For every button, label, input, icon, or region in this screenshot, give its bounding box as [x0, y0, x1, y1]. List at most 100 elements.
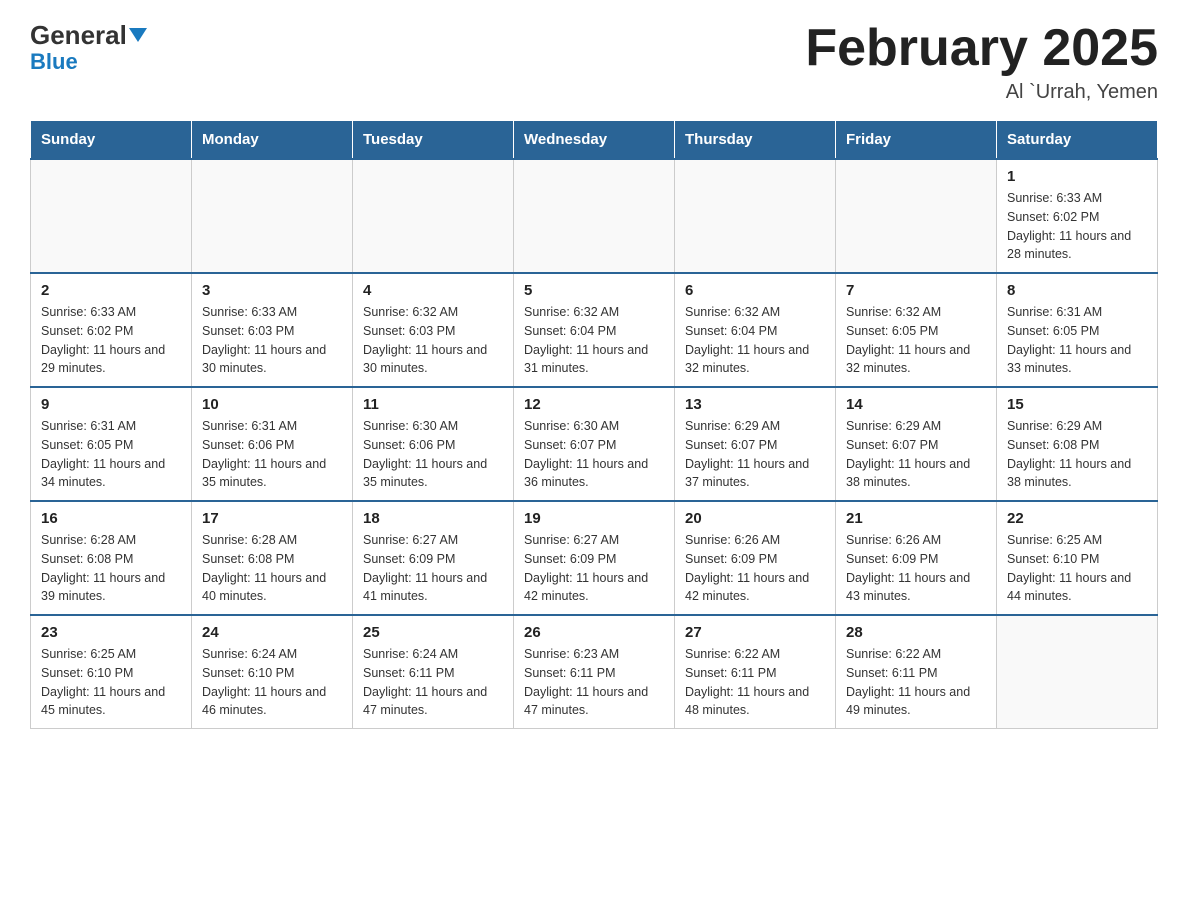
day-number: 7 [846, 282, 986, 299]
day-cell: 19Sunrise: 6:27 AMSunset: 6:09 PMDayligh… [514, 501, 675, 615]
header-cell-thursday: Thursday [675, 121, 836, 160]
week-row-1: 1 Sunrise: 6:33 AMSunset: 6:02 PMDaylight… [31, 159, 1158, 273]
day-cell: 22Sunrise: 6:25 AMSunset: 6:10 PMDayligh… [997, 501, 1158, 615]
day-cell: 23 Sunrise: 6:25 AMSunset: 6:10 PMDayligh… [31, 615, 192, 729]
day-cell: 28Sunrise: 6:22 AMSunset: 6:11 PMDayligh… [836, 615, 997, 729]
week-row-4: 16 Sunrise: 6:28 AMSunset: 6:08 PMDayligh… [31, 501, 1158, 615]
day-cell: 6 Sunrise: 6:32 AMSunset: 6:04 PMDaylight… [675, 273, 836, 387]
day-number: 17 [202, 510, 342, 527]
header-cell-tuesday: Tuesday [353, 121, 514, 160]
day-number: 13 [685, 396, 825, 413]
day-cell: 13 Sunrise: 6:29 AMSunset: 6:07 PMDayligh… [675, 387, 836, 501]
day-cell: 17 Sunrise: 6:28 AMSunset: 6:08 PMDayligh… [192, 501, 353, 615]
location-title: Al `Urrah, Yemen [805, 81, 1158, 104]
day-number: 10 [202, 396, 342, 413]
day-number: 1 [1007, 168, 1147, 185]
day-info: Sunrise: 6:31 AMSunset: 6:05 PMDaylight:… [41, 417, 181, 492]
day-cell [836, 159, 997, 273]
day-info: Sunrise: 6:31 AMSunset: 6:06 PMDaylight:… [202, 417, 342, 492]
day-cell: 1 Sunrise: 6:33 AMSunset: 6:02 PMDaylight… [997, 159, 1158, 273]
header-cell-saturday: Saturday [997, 121, 1158, 160]
header-cell-friday: Friday [836, 121, 997, 160]
day-number: 23 [41, 624, 181, 641]
day-cell: 20 Sunrise: 6:26 AMSunset: 6:09 PMDayligh… [675, 501, 836, 615]
day-number: 28 [846, 624, 986, 641]
header: General Blue February 2025 Al `Urrah, Ye… [30, 20, 1158, 104]
calendar-body: 1 Sunrise: 6:33 AMSunset: 6:02 PMDaylight… [31, 159, 1158, 729]
day-info: Sunrise: 6:24 AMSunset: 6:10 PMDaylight:… [202, 645, 342, 720]
day-number: 4 [363, 282, 503, 299]
week-row-3: 9 Sunrise: 6:31 AMSunset: 6:05 PMDaylight… [31, 387, 1158, 501]
day-cell: 12 Sunrise: 6:30 AMSunset: 6:07 PMDayligh… [514, 387, 675, 501]
day-cell: 27Sunrise: 6:22 AMSunset: 6:11 PMDayligh… [675, 615, 836, 729]
day-cell: 8 Sunrise: 6:31 AMSunset: 6:05 PMDaylight… [997, 273, 1158, 387]
day-info: Sunrise: 6:32 AMSunset: 6:03 PMDaylight:… [363, 303, 503, 378]
day-cell: 21 Sunrise: 6:26 AMSunset: 6:09 PMDayligh… [836, 501, 997, 615]
day-info: Sunrise: 6:28 AMSunset: 6:08 PMDaylight:… [202, 531, 342, 606]
day-info: Sunrise: 6:26 AMSunset: 6:09 PMDaylight:… [846, 531, 986, 606]
logo-line1: General [30, 20, 149, 51]
day-number: 14 [846, 396, 986, 413]
day-cell: 11Sunrise: 6:30 AMSunset: 6:06 PMDayligh… [353, 387, 514, 501]
day-number: 15 [1007, 396, 1147, 413]
day-info: Sunrise: 6:29 AMSunset: 6:07 PMDaylight:… [685, 417, 825, 492]
logo-blue-text: Blue [30, 49, 78, 75]
day-cell: 7 Sunrise: 6:32 AMSunset: 6:05 PMDaylight… [836, 273, 997, 387]
day-number: 20 [685, 510, 825, 527]
day-cell: 3Sunrise: 6:33 AMSunset: 6:03 PMDaylight… [192, 273, 353, 387]
week-row-2: 2 Sunrise: 6:33 AMSunset: 6:02 PMDaylight… [31, 273, 1158, 387]
day-cell: 2 Sunrise: 6:33 AMSunset: 6:02 PMDaylight… [31, 273, 192, 387]
day-info: Sunrise: 6:31 AMSunset: 6:05 PMDaylight:… [1007, 303, 1147, 378]
day-number: 26 [524, 624, 664, 641]
logo-arrow-icon [127, 22, 149, 53]
day-info: Sunrise: 6:24 AMSunset: 6:11 PMDaylight:… [363, 645, 503, 720]
day-number: 12 [524, 396, 664, 413]
day-info: Sunrise: 6:33 AMSunset: 6:02 PMDaylight:… [41, 303, 181, 378]
title-area: February 2025 Al `Urrah, Yemen [805, 20, 1158, 104]
day-number: 5 [524, 282, 664, 299]
header-cell-sunday: Sunday [31, 121, 192, 160]
day-info: Sunrise: 6:25 AMSunset: 6:10 PMDaylight:… [41, 645, 181, 720]
day-info: Sunrise: 6:33 AMSunset: 6:02 PMDaylight:… [1007, 189, 1147, 264]
day-info: Sunrise: 6:26 AMSunset: 6:09 PMDaylight:… [685, 531, 825, 606]
day-cell: 15 Sunrise: 6:29 AMSunset: 6:08 PMDayligh… [997, 387, 1158, 501]
day-info: Sunrise: 6:29 AMSunset: 6:08 PMDaylight:… [1007, 417, 1147, 492]
day-cell [31, 159, 192, 273]
day-info: Sunrise: 6:32 AMSunset: 6:04 PMDaylight:… [685, 303, 825, 378]
day-number: 6 [685, 282, 825, 299]
day-info: Sunrise: 6:33 AMSunset: 6:03 PMDaylight:… [202, 303, 342, 378]
day-cell: 5 Sunrise: 6:32 AMSunset: 6:04 PMDaylight… [514, 273, 675, 387]
day-cell: 4 Sunrise: 6:32 AMSunset: 6:03 PMDaylight… [353, 273, 514, 387]
logo-general-text: General [30, 20, 127, 51]
day-cell: 10 Sunrise: 6:31 AMSunset: 6:06 PMDayligh… [192, 387, 353, 501]
day-info: Sunrise: 6:30 AMSunset: 6:06 PMDaylight:… [363, 417, 503, 492]
day-cell [514, 159, 675, 273]
day-info: Sunrise: 6:32 AMSunset: 6:05 PMDaylight:… [846, 303, 986, 378]
week-row-5: 23 Sunrise: 6:25 AMSunset: 6:10 PMDayligh… [31, 615, 1158, 729]
day-info: Sunrise: 6:22 AMSunset: 6:11 PMDaylight:… [685, 645, 825, 720]
day-cell: 24 Sunrise: 6:24 AMSunset: 6:10 PMDayligh… [192, 615, 353, 729]
day-cell [997, 615, 1158, 729]
header-row: SundayMondayTuesdayWednesdayThursdayFrid… [31, 121, 1158, 160]
header-cell-monday: Monday [192, 121, 353, 160]
day-info: Sunrise: 6:32 AMSunset: 6:04 PMDaylight:… [524, 303, 664, 378]
day-number: 21 [846, 510, 986, 527]
header-cell-wednesday: Wednesday [514, 121, 675, 160]
day-info: Sunrise: 6:27 AMSunset: 6:09 PMDaylight:… [524, 531, 664, 606]
day-info: Sunrise: 6:29 AMSunset: 6:07 PMDaylight:… [846, 417, 986, 492]
day-info: Sunrise: 6:27 AMSunset: 6:09 PMDaylight:… [363, 531, 503, 606]
day-number: 2 [41, 282, 181, 299]
day-info: Sunrise: 6:28 AMSunset: 6:08 PMDaylight:… [41, 531, 181, 606]
day-number: 16 [41, 510, 181, 527]
day-cell: 9 Sunrise: 6:31 AMSunset: 6:05 PMDaylight… [31, 387, 192, 501]
day-number: 25 [363, 624, 503, 641]
month-title: February 2025 [805, 20, 1158, 77]
day-cell: 25 Sunrise: 6:24 AMSunset: 6:11 PMDayligh… [353, 615, 514, 729]
day-number: 9 [41, 396, 181, 413]
day-cell [353, 159, 514, 273]
day-info: Sunrise: 6:30 AMSunset: 6:07 PMDaylight:… [524, 417, 664, 492]
day-info: Sunrise: 6:25 AMSunset: 6:10 PMDaylight:… [1007, 531, 1147, 606]
day-number: 24 [202, 624, 342, 641]
day-cell [675, 159, 836, 273]
day-number: 8 [1007, 282, 1147, 299]
